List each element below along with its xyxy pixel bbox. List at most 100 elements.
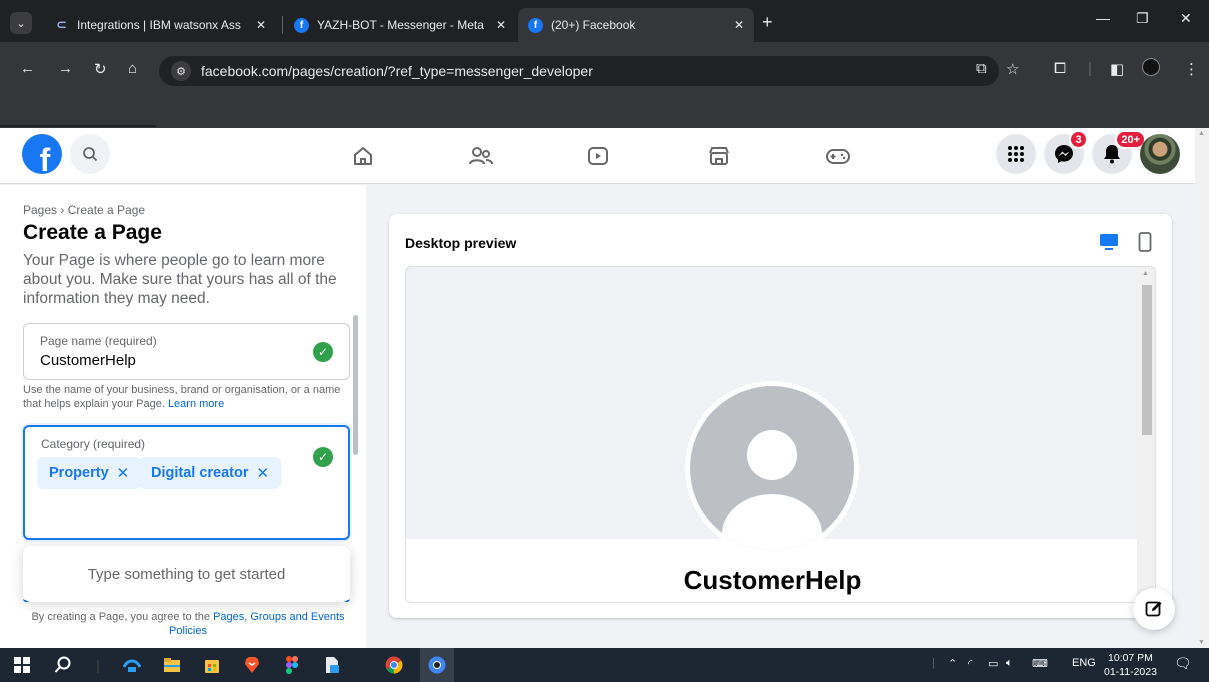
mobile-icon[interactable] [1133,230,1157,254]
watch-nav-icon[interactable] [582,140,614,172]
profile-avatar[interactable] [1140,134,1180,174]
reload-icon[interactable]: ↻ [94,60,107,78]
notification-center-icon[interactable]: 🗨︎ [1174,655,1192,672]
browser-toolbar: ← → ↻ ⌂ ⚙ facebook.com/pages/creation/?r… [0,42,1209,98]
facebook-icon: f [528,17,543,33]
category-suggestions-dropdown: Type something to get started [23,546,350,602]
back-icon[interactable]: ← [20,60,35,77]
breadcrumb[interactable]: Pages › Create a Page [23,203,145,217]
profile-picture-frame [685,381,859,555]
tray-divider: | [932,657,935,669]
profile-icon[interactable] [1142,58,1160,76]
compose-edit-icon[interactable] [1133,588,1175,630]
category-chip-digital-creator[interactable]: Digital creator ✕ [139,457,282,489]
file-explorer-icon[interactable] [162,655,182,675]
restore-icon[interactable]: ❐ [1136,10,1149,27]
menu-grid-icon[interactable] [996,134,1036,174]
remove-chip-icon[interactable]: ✕ [117,464,130,482]
task-view-icon[interactable] [122,655,142,675]
home-icon[interactable]: ⌂ [128,60,137,77]
preview-frame: CustomerHelp ▲ [405,266,1156,603]
install-app-icon[interactable]: ⧉ [976,60,987,77]
category-field[interactable]: Category (required) ✓ Property ✕ Digital… [23,425,350,540]
learn-more-link[interactable]: Learn more [168,398,224,410]
category-chip-property[interactable]: Property ✕ [37,457,142,489]
facebook-top-nav: f 3 20+ [0,128,1209,184]
close-icon[interactable]: ✕ [256,18,266,32]
extensions-icon[interactable]: ⧠ [1054,60,1066,77]
scroll-up-arrow[interactable]: ▲ [1142,270,1149,277]
create-page-panel: Pages › Create a Page Create a Page Your… [0,185,366,648]
messenger-icon[interactable]: 3 [1044,130,1088,174]
scroll-down-arrow[interactable]: ▼ [1198,639,1205,646]
tab-separator [282,16,283,34]
clock-date: 01-11-2023 [1104,666,1157,678]
tab-title: YAZH-BOT - Messenger - Meta [317,18,484,32]
search-icon[interactable] [53,655,73,675]
brave-browser-icon[interactable] [242,655,262,675]
default-avatar-icon [690,386,854,550]
page-name-value[interactable]: CustomerHelp [40,352,136,369]
search-icon[interactable] [70,134,110,174]
gaming-nav-icon[interactable] [822,140,854,172]
scroll-thumb[interactable] [1142,285,1152,435]
notifications-bell-icon[interactable]: 20+ [1092,130,1146,174]
chip-label: Digital creator [151,465,249,481]
dropdown-hint: Type something to get started [87,565,286,583]
friends-nav-icon[interactable] [465,140,497,172]
tab-yazh-bot[interactable]: f YAZH-BOT - Messenger - Meta ✕ [284,8,516,42]
tab-ibm-watsonx[interactable]: ⊂ Integrations | IBM watsonx Ass ✕ [44,8,276,42]
figma-icon[interactable] [282,655,302,675]
desktop-icon[interactable] [1097,230,1121,254]
language-indicator[interactable]: ENG [1072,657,1096,669]
close-icon[interactable]: ✕ [734,18,744,32]
panel-scrollbar[interactable] [353,315,358,455]
new-tab-button[interactable]: + [762,12,773,33]
side-panel-icon[interactable]: ◧ [1110,60,1124,78]
show-hidden-icons-icon[interactable]: ⌃ [948,657,957,670]
facebook-icon: f [294,17,309,33]
remove-chip-icon[interactable]: ✕ [257,464,270,482]
tab-strip: ⌄ ⊂ Integrations | IBM watsonx Ass ✕ f Y… [0,0,1209,42]
bookmark-star-icon[interactable]: ☆ [1006,60,1019,78]
menu-icon[interactable]: ⋮ [1184,60,1199,78]
marketplace-nav-icon[interactable] [703,140,735,172]
wifi-icon[interactable]: ◜ [968,657,972,670]
chip-label: Property [49,465,109,481]
battery-icon[interactable]: ▭ [988,657,998,670]
page-name-help: Use the name of your business, brand or … [23,383,353,411]
loading-indicator [0,125,156,127]
desktop-preview-card: Desktop preview CustomerHelp ▲ [389,214,1172,618]
home-nav-icon[interactable] [347,140,379,172]
close-window-icon[interactable]: ✕ [1180,10,1192,27]
system-clock[interactable]: 10:07 PM 01-11-2023 [1104,651,1157,679]
minimize-icon[interactable]: — [1096,10,1110,26]
tab-facebook[interactable]: f (20+) Facebook ✕ [518,8,754,42]
keyboard-icon[interactable]: ⌨ [1032,657,1048,670]
check-icon: ✓ [313,447,333,467]
store-icon[interactable] [202,655,222,675]
page-scrollbar[interactable]: ▲ ▼ [1195,128,1209,648]
forward-icon[interactable]: → [58,60,73,77]
page-name-field[interactable]: Page name (required) CustomerHelp ✓ [23,323,350,380]
facebook-logo[interactable]: f [22,134,62,174]
check-icon: ✓ [313,342,333,362]
terms-notice: By creating a Page, you agree to the Pag… [23,610,353,638]
volume-icon[interactable]: 🔈︎ [1006,657,1013,670]
chrome-active-icon[interactable] [420,648,454,682]
document-app-icon[interactable] [322,655,342,675]
ibm-icon: ⊂ [56,17,67,32]
browser-chrome: ⌄ ⊂ Integrations | IBM watsonx Ass ✕ f Y… [0,0,1209,128]
scroll-up-arrow[interactable]: ▲ [1198,130,1205,137]
chrome-icon[interactable] [384,655,404,675]
site-info-icon[interactable]: ⚙ [171,61,191,81]
tab-title: Integrations | IBM watsonx Ass [77,18,241,32]
windows-start-icon[interactable] [12,655,32,675]
category-label: Category (required) [41,437,146,451]
preview-scrollbar[interactable]: ▲ [1137,267,1155,602]
tab-search-button[interactable]: ⌄ [10,12,32,34]
page-description: Your Page is where people go to learn mo… [23,252,337,307]
terms-text: By creating a Page, you agree to the [31,611,211,623]
address-bar[interactable]: ⚙ facebook.com/pages/creation/?ref_type=… [159,56,999,86]
close-icon[interactable]: ✕ [496,18,506,32]
